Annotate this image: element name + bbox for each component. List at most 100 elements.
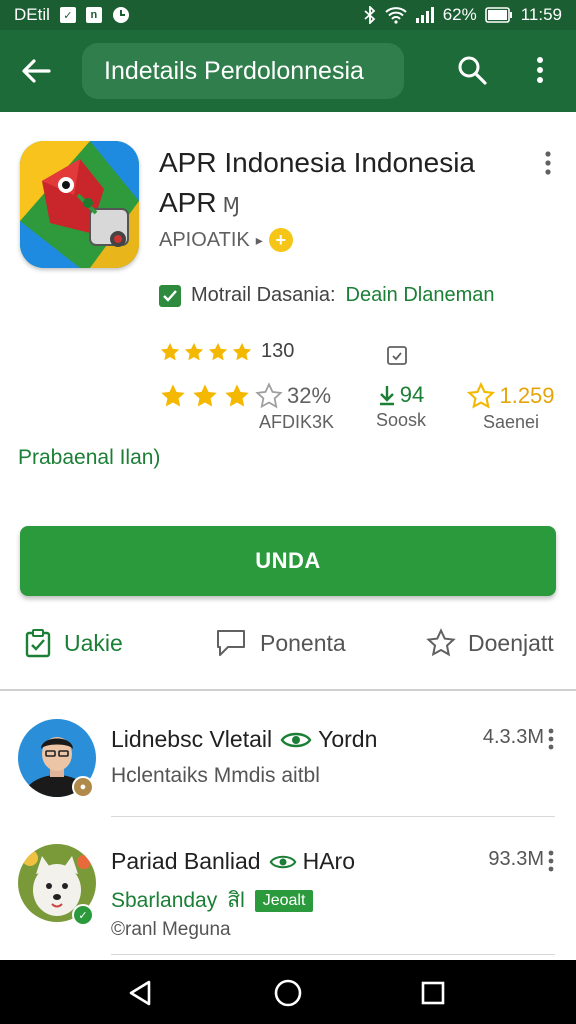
app-title-suffix: Ɱ: [222, 195, 240, 217]
nav-recents-icon: [421, 981, 445, 1005]
search-icon: [458, 56, 487, 85]
verified-row: Motrail Dasania: Deain Dlaneman: [159, 284, 495, 307]
rating-label: AFDIK3K: [259, 412, 335, 432]
stat-downloads: 94 Soosk: [362, 382, 440, 431]
stat-rating: 32% AFDIK3K: [159, 382, 339, 433]
app-title: APR Indonesia Indonesia APR Ɱ: [159, 143, 529, 226]
status-bar: DEtil ✓ n 62% 11:59: [0, 0, 576, 30]
search-query-field[interactable]: Indetails Perdolonnesia: [82, 43, 404, 99]
search-button[interactable]: [452, 50, 492, 90]
section-divider: [0, 689, 576, 691]
star-filled-icon: [232, 342, 252, 360]
search-query-text: Indetails Perdolonnesia: [104, 56, 364, 85]
developer-badge-icon: +: [268, 228, 293, 252]
star-filled-icon: [208, 342, 228, 360]
item-name-text: Lidnebsc Vletail: [111, 726, 273, 752]
item-subtitle-mark: สิl: [227, 889, 245, 912]
navigation-bar: [0, 960, 576, 1024]
item-separator: [111, 816, 555, 817]
downloads-label: Soosk: [375, 410, 427, 430]
item-subtitle: Hclentaiks Mmdis aitbl: [111, 764, 320, 787]
item-more-button[interactable]: [546, 726, 556, 752]
action-comment-label: Ponenta: [260, 629, 346, 656]
item-tag: HAro: [269, 848, 355, 875]
app-more-button[interactable]: [535, 148, 561, 178]
clock-time: 11:59: [520, 5, 562, 24]
signal-icon: [415, 6, 435, 24]
rating-count: 130: [261, 340, 295, 362]
star-filled-icon: [193, 384, 217, 407]
list-item[interactable]: ✓ Pariad Banliad HAro 93.3M Sbarlanday ส…: [0, 822, 576, 958]
star-outline-icon: [255, 382, 283, 409]
overflow-menu-button[interactable]: [522, 50, 558, 90]
star-filled-icon: [225, 384, 249, 407]
downloads-value: 94: [399, 382, 425, 407]
app-title-text: APR Indonesia Indonesia APR: [159, 147, 475, 218]
reviews-value: 1.259: [499, 383, 555, 408]
rating-row: 130: [159, 340, 294, 363]
item-tag-text: HAro: [302, 848, 356, 874]
calendar-check-icon: [386, 344, 408, 366]
clock-notification-icon: [112, 6, 130, 24]
nav-back-icon: [129, 980, 151, 1006]
more-vert-icon: [548, 728, 554, 750]
item-tag-text: Yordn: [318, 726, 378, 752]
item-name-text: Pariad Banliad: [111, 848, 261, 874]
action-rate-label: Doenjatt: [468, 629, 554, 656]
install-button[interactable]: UNDA: [20, 526, 556, 596]
item-more-button[interactable]: [546, 848, 556, 874]
developer-name: APIOATIK: [159, 228, 250, 251]
more-vert-icon: [548, 850, 554, 872]
item-chip: Jeoalt: [254, 889, 314, 912]
star-filled-icon: [184, 342, 204, 360]
item-title: Lidnebsc Vletail Yordn: [111, 726, 377, 753]
eye-icon: [280, 732, 312, 747]
more-vert-icon: [545, 151, 551, 175]
item-size: 4.3.3M: [482, 726, 544, 748]
verified-label: Motrail Dasania:: [191, 284, 336, 306]
more-vert-icon: [537, 57, 543, 83]
verified-green-label: Deain Dlaneman: [345, 284, 495, 306]
developer-link[interactable]: APIOATIK ▸ +: [159, 228, 293, 252]
nav-home-button[interactable]: [271, 976, 305, 1010]
carrier-label: DEtil: [14, 5, 50, 24]
rating-value: 32%: [287, 383, 332, 408]
app-icon: [20, 141, 139, 268]
stat-reviews: 1.259 Saenei: [456, 382, 566, 433]
item-separator: [111, 954, 555, 955]
wifi-icon: [385, 6, 407, 24]
pre-register-link[interactable]: Prabaenal Ilan): [18, 446, 160, 470]
item-size: 93.3M: [488, 848, 544, 870]
item-subtitle-text: Sbarlanday: [111, 888, 218, 912]
avatar-badge-icon: ●: [72, 776, 94, 798]
action-rate[interactable]: Doenjatt: [426, 628, 554, 658]
reviews-label: Saenei: [482, 412, 540, 432]
clipboard-check-icon: [25, 629, 51, 658]
item-tag: Yordn: [280, 726, 377, 753]
notification-app-icon: n: [85, 7, 102, 23]
nav-recents-button[interactable]: [416, 976, 450, 1010]
eye-icon: [269, 855, 297, 868]
notification-icon: ✓: [59, 7, 76, 23]
item-title: Pariad Banliad HAro: [111, 848, 355, 875]
action-wishlist-label: Uakie: [64, 629, 123, 656]
back-button[interactable]: [0, 30, 72, 112]
back-arrow-icon: [22, 59, 51, 83]
action-wishlist[interactable]: Uakie: [24, 628, 123, 658]
star-outline-icon: [426, 628, 456, 657]
chat-bubble-icon: [217, 630, 245, 656]
item-extra: ©ranl Meguna: [111, 919, 231, 940]
battery-percent: 62%: [442, 5, 477, 24]
item-subtitle: Sbarlanday สิl Jeoalt: [111, 884, 314, 917]
nav-back-button[interactable]: [123, 976, 157, 1010]
star-outline-icon: [467, 382, 496, 409]
action-comment[interactable]: Ponenta: [214, 628, 346, 658]
star-filled-icon: [161, 384, 185, 407]
download-icon: [379, 386, 394, 406]
dropdown-caret-icon: ▸: [255, 231, 263, 248]
list-item[interactable]: ● Lidnebsc Vletail Yordn 4.3.3M Hclentai…: [0, 700, 576, 820]
action-row: Uakie Ponenta Doenjatt: [0, 620, 576, 676]
app-toolbar: Indetails Perdolonnesia: [0, 30, 576, 112]
checkbox-verified-icon: [159, 284, 181, 307]
star-filled-icon: [160, 342, 180, 360]
